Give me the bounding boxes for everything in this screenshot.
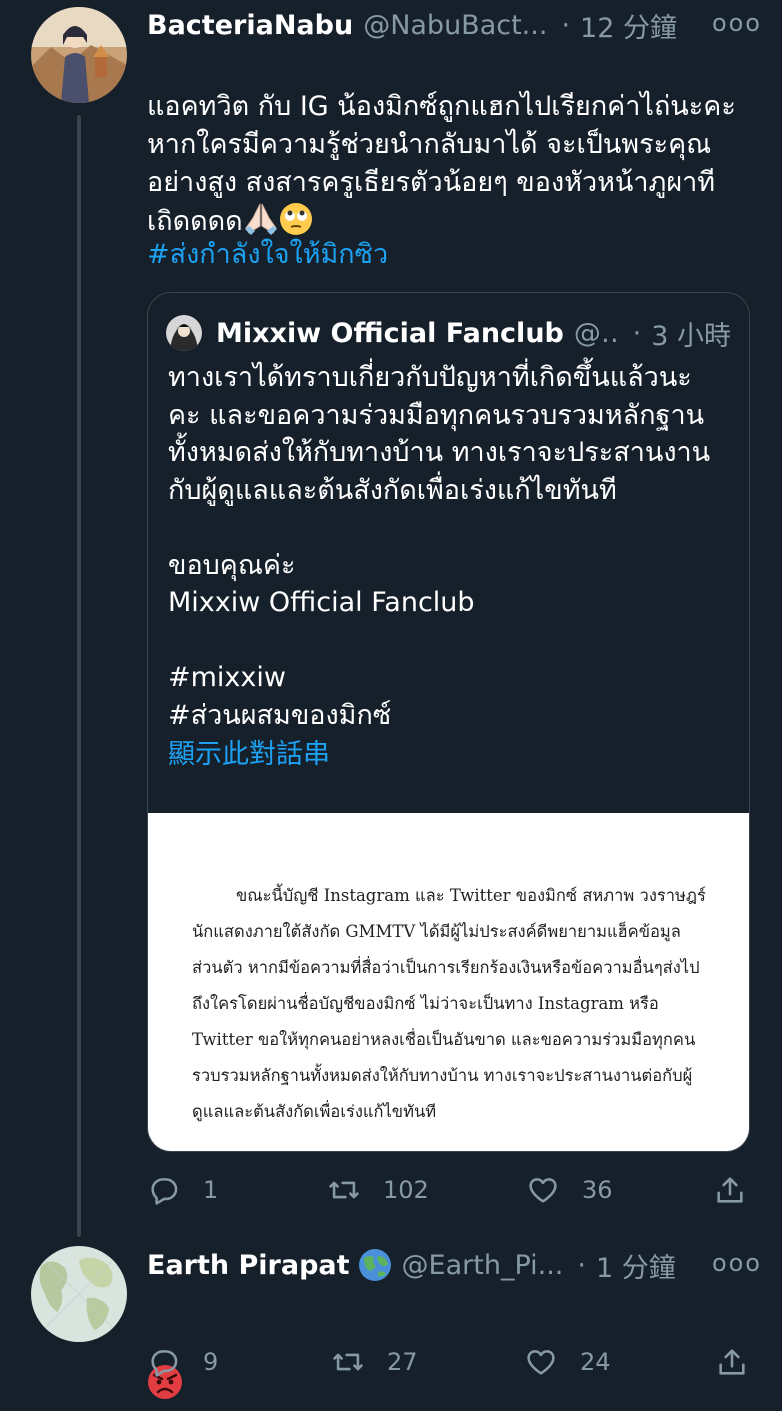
quoted-text-line: กับผู้ดูแลและต้นสังกัดเพื่อเร่งแก้ไขทันท… bbox=[168, 474, 617, 506]
tweet-text: แอคทวิต กับ IG น้องมิกซ์ถูกแฮกไปเรียกค่า… bbox=[147, 50, 742, 247]
share-icon bbox=[717, 1177, 743, 1203]
reply-icon bbox=[151, 1350, 178, 1377]
more-options-icon[interactable]: ooo bbox=[712, 9, 762, 37]
avatar[interactable] bbox=[31, 1246, 127, 1342]
like-count: 24 bbox=[580, 1348, 611, 1376]
quoted-image[interactable]: ขณะนี้บัญชี Instagram และ Twitter ของมิก… bbox=[148, 813, 749, 1151]
tweet-header: Earth Pirapat @Earth_Pi... · 1 分鐘 ooo bbox=[147, 1245, 762, 1285]
quoted-text-line: คะ และขอความร่วมมือทุกคนรวบรวมหลักฐาน bbox=[168, 399, 705, 431]
avatar[interactable] bbox=[31, 7, 127, 103]
reply-icon bbox=[151, 1178, 178, 1205]
tweet-actions: 9 27 24 bbox=[147, 1342, 747, 1382]
retweet-button[interactable]: 27 bbox=[331, 1342, 418, 1382]
reply-button[interactable]: 9 bbox=[147, 1342, 218, 1382]
reply-count: 1 bbox=[203, 1176, 219, 1204]
avatar-image bbox=[31, 1246, 127, 1342]
quoted-signature: Mixxiw Official Fanclub bbox=[168, 587, 475, 618]
retweet-count: 102 bbox=[383, 1176, 429, 1204]
quoted-tweet-header: Mixxiw Official Fanclub @... · 3 小時 bbox=[166, 314, 731, 353]
retweet-icon bbox=[329, 1181, 359, 1199]
quoted-thanks: ขอบคุณค่ะ bbox=[168, 549, 296, 581]
timestamp[interactable]: 1 分鐘 bbox=[596, 1246, 676, 1285]
display-name[interactable]: BacteriaNabu bbox=[147, 10, 353, 41]
username[interactable]: @NabuBact... bbox=[363, 10, 547, 41]
quoted-tweet[interactable]: Mixxiw Official Fanclub @... · 3 小時 ทางเ… bbox=[147, 292, 750, 1152]
globe-emoji bbox=[358, 1248, 392, 1282]
heart-icon bbox=[527, 1350, 555, 1375]
tweet-actions: 1 102 36 bbox=[147, 1170, 747, 1210]
like-button[interactable]: 24 bbox=[524, 1342, 611, 1382]
quoted-text-line: ทางเราได้ทราบเกี่ยวกับปัญหาที่เกิดขึ้นแล… bbox=[168, 362, 692, 393]
quoted-avatar-image bbox=[166, 315, 202, 351]
timestamp[interactable]: 12 分鐘 bbox=[580, 6, 677, 45]
tweet[interactable]: BacteriaNabu @NabuBact... · 12 分鐘 ooo แอ… bbox=[0, 0, 782, 1240]
separator-dot: · bbox=[632, 317, 642, 349]
hashtag-link[interactable]: #ส่งกำลังใจให้มิกซิว bbox=[147, 236, 742, 274]
quoted-hashtag: #mixxiw bbox=[168, 662, 286, 693]
separator-dot: · bbox=[577, 1249, 586, 1281]
heart-icon bbox=[529, 1178, 557, 1203]
quoted-text-line: ทั้งหมดส่งให้กับทางบ้าน ทางเราจะประสานงา… bbox=[168, 437, 711, 468]
share-button[interactable] bbox=[715, 1342, 749, 1382]
like-count: 36 bbox=[582, 1176, 613, 1204]
share-icon bbox=[719, 1349, 745, 1375]
quoted-display-name[interactable]: Mixxiw Official Fanclub bbox=[216, 318, 564, 349]
separator-dot: · bbox=[561, 9, 571, 41]
username[interactable]: @Earth_Pi... bbox=[402, 1250, 564, 1281]
retweet-count: 27 bbox=[387, 1348, 418, 1376]
quoted-tweet-text: ทางเราได้ทราบเกี่ยวกับปัญหาที่เกิดขึ้นแล… bbox=[168, 359, 725, 774]
reply-count: 9 bbox=[203, 1348, 219, 1376]
show-thread-link[interactable]: 顯示此對話串 bbox=[168, 736, 725, 774]
tweet[interactable]: Earth Pirapat @Earth_Pi... · 1 分鐘 ooo 9 … bbox=[0, 1240, 782, 1407]
retweet-button[interactable]: 102 bbox=[327, 1170, 429, 1210]
more-options-icon[interactable]: ooo bbox=[712, 1249, 762, 1277]
avatar-image bbox=[31, 7, 127, 103]
reply-button[interactable]: 1 bbox=[147, 1170, 218, 1210]
retweet-icon bbox=[333, 1353, 363, 1371]
image-text: ขณะนี้บัญชี Instagram และ Twitter ของมิก… bbox=[192, 886, 706, 1121]
quoted-avatar[interactable] bbox=[166, 315, 202, 351]
tweet-header: BacteriaNabu @NabuBact... · 12 分鐘 ooo bbox=[147, 5, 762, 45]
quoted-hashtag: #ส่วนผสมของมิกซ์ bbox=[168, 699, 392, 731]
quoted-timestamp[interactable]: 3 小時 bbox=[651, 314, 731, 353]
thread-line bbox=[77, 115, 81, 1237]
display-name[interactable]: Earth Pirapat bbox=[147, 1250, 350, 1281]
share-button[interactable] bbox=[713, 1170, 747, 1210]
quoted-username[interactable]: @... bbox=[574, 318, 619, 349]
tweet-body: แอคทวิต กับ IG น้องมิกซ์ถูกแฮกไปเรียกค่า… bbox=[147, 91, 736, 237]
like-button[interactable]: 36 bbox=[526, 1170, 613, 1210]
